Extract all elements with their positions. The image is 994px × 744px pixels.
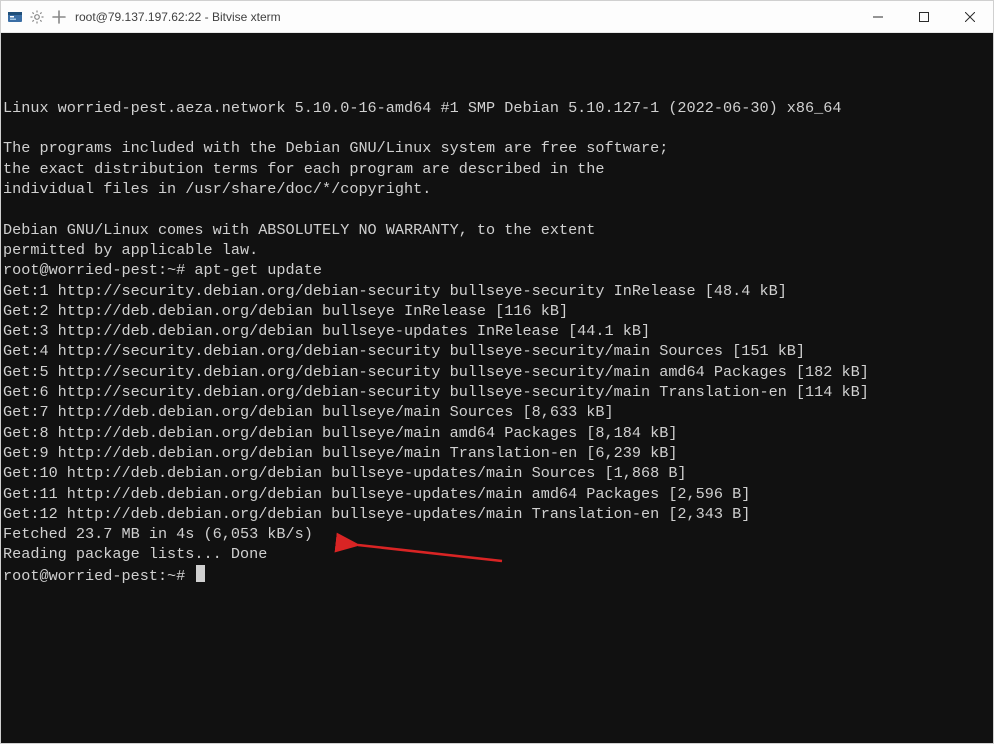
terminal-line: permitted by applicable law. — [3, 240, 987, 260]
terminal-line: Get:2 http://deb.debian.org/debian bulls… — [3, 301, 987, 321]
plus-icon[interactable] — [51, 9, 67, 25]
terminal-prompt[interactable]: root@worried-pest:~# — [3, 565, 987, 586]
terminal-line: Debian GNU/Linux comes with ABSOLUTELY N… — [3, 220, 987, 240]
terminal-line: Get:12 http://deb.debian.org/debian bull… — [3, 504, 987, 524]
application-window: root@79.137.197.62:22 - Bitvise xterm Li… — [0, 0, 994, 744]
window-controls — [855, 1, 993, 33]
terminal-line: Get:5 http://security.debian.org/debian-… — [3, 362, 987, 382]
cursor — [196, 565, 205, 582]
terminal-line: Fetched 23.7 MB in 4s (6,053 kB/s) — [3, 524, 987, 544]
terminal-line: Get:8 http://deb.debian.org/debian bulls… — [3, 423, 987, 443]
terminal-line: Get:3 http://deb.debian.org/debian bulls… — [3, 321, 987, 341]
terminal-line: the exact distribution terms for each pr… — [3, 159, 987, 179]
terminal-line: Linux worried-pest.aeza.network 5.10.0-1… — [3, 98, 987, 118]
gear-icon[interactable] — [29, 9, 45, 25]
maximize-button[interactable] — [901, 1, 947, 33]
terminal-line: Get:11 http://deb.debian.org/debian bull… — [3, 484, 987, 504]
title-bar[interactable]: root@79.137.197.62:22 - Bitvise xterm — [1, 1, 993, 33]
titlebar-icon-group — [7, 9, 67, 25]
app-icon — [7, 9, 23, 25]
terminal-line: Get:9 http://deb.debian.org/debian bulls… — [3, 443, 987, 463]
terminal-line: individual files in /usr/share/doc/*/cop… — [3, 179, 987, 199]
terminal-pane[interactable]: Linux worried-pest.aeza.network 5.10.0-1… — [1, 33, 993, 743]
terminal-line: Get:1 http://security.debian.org/debian-… — [3, 281, 987, 301]
close-button[interactable] — [947, 1, 993, 33]
terminal-line: Get:10 http://deb.debian.org/debian bull… — [3, 463, 987, 483]
terminal-line: root@worried-pest:~# apt-get update — [3, 260, 987, 280]
terminal-line: Get:7 http://deb.debian.org/debian bulls… — [3, 402, 987, 422]
terminal-line — [3, 199, 987, 219]
terminal-line: Get:6 http://security.debian.org/debian-… — [3, 382, 987, 402]
terminal-line — [3, 118, 987, 138]
terminal-line: Reading package lists... Done — [3, 544, 987, 564]
terminal-line: Get:4 http://security.debian.org/debian-… — [3, 341, 987, 361]
minimize-button[interactable] — [855, 1, 901, 33]
terminal-line: The programs included with the Debian GN… — [3, 138, 987, 158]
window-title: root@79.137.197.62:22 - Bitvise xterm — [75, 10, 281, 24]
